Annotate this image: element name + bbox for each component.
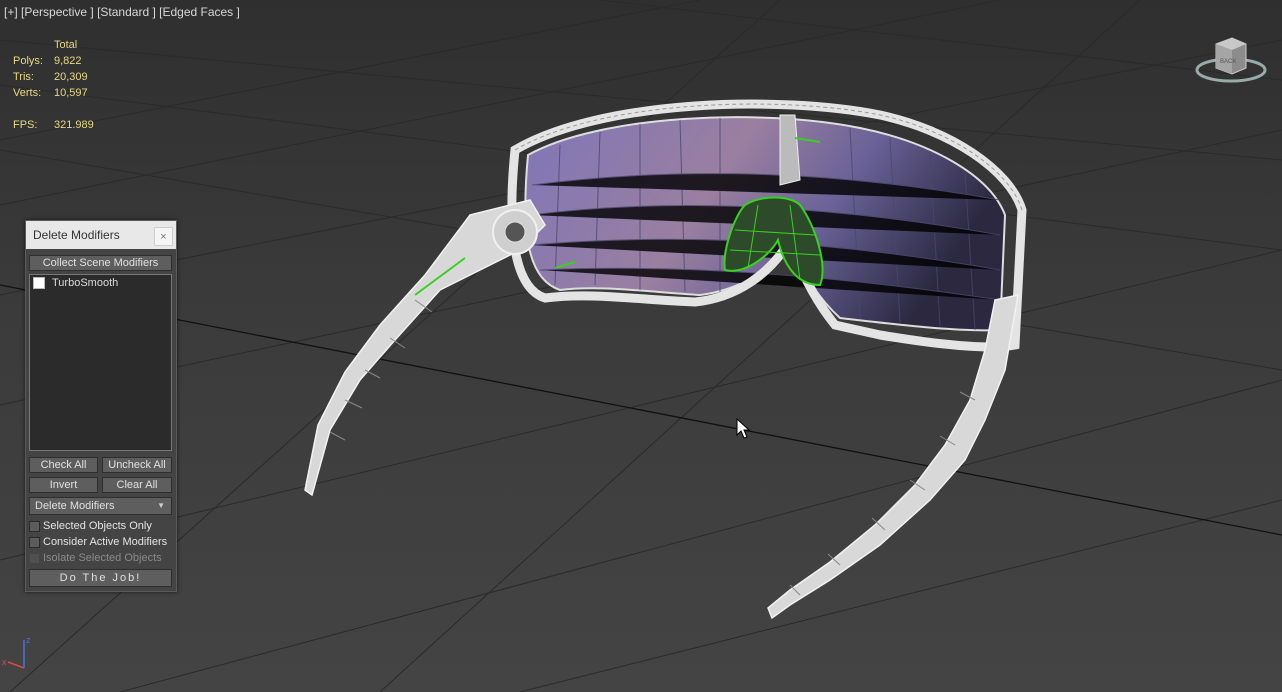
axis-tripod-icon: z x bbox=[2, 635, 31, 669]
mode-dropdown[interactable]: Delete Modifiers ▼ bbox=[29, 497, 172, 515]
stats-header: Total bbox=[54, 39, 78, 51]
viewport-perspective[interactable]: [+] [Perspective ] [Standard ] [Edged Fa… bbox=[0, 0, 1282, 692]
dialog-titlebar[interactable]: Delete Modifiers × bbox=[26, 221, 176, 249]
consider-active-modifiers-checkbox[interactable] bbox=[29, 536, 40, 548]
viewcube-face-label[interactable]: BACK bbox=[1220, 59, 1236, 65]
stats-value: 10,597 bbox=[54, 87, 88, 99]
sunglasses-model[interactable] bbox=[0, 0, 1282, 692]
isolate-selected-objects-checkbox bbox=[29, 552, 40, 564]
invert-button[interactable]: Invert bbox=[29, 477, 98, 493]
viewport-label[interactable]: [+] [Perspective ] [Standard ] [Edged Fa… bbox=[4, 5, 240, 19]
stats-value: 20,309 bbox=[54, 71, 88, 83]
fps-label: FPS: bbox=[13, 119, 38, 131]
list-item-label: TurboSmooth bbox=[52, 277, 119, 289]
scene-statistics: Total Polys: 9,822 Tris: 20,309 Verts: 10,5… bbox=[13, 37, 94, 133]
option-label: Consider Active Modifiers bbox=[43, 536, 168, 548]
fps-value: 321.989 bbox=[54, 119, 94, 131]
mouse-cursor-icon bbox=[736, 418, 750, 439]
list-item[interactable]: TurboSmooth bbox=[30, 276, 171, 290]
mode-dropdown-value: Delete Modifiers bbox=[35, 500, 115, 512]
delete-modifiers-dialog: Delete Modifiers × Collect Scene Modifie… bbox=[25, 220, 177, 592]
collect-scene-modifiers-button[interactable]: Collect Scene Modifiers bbox=[29, 255, 172, 271]
close-button[interactable]: × bbox=[154, 227, 173, 246]
check-all-button[interactable]: Check All bbox=[29, 457, 98, 473]
chevron-down-icon: ▼ bbox=[157, 501, 165, 510]
stats-label: Verts: bbox=[13, 87, 42, 99]
modifier-list[interactable]: TurboSmooth bbox=[29, 274, 172, 451]
option-label: Isolate Selected Objects bbox=[43, 552, 162, 564]
uncheck-all-button[interactable]: Uncheck All bbox=[102, 457, 172, 473]
axis-z-label: z bbox=[26, 635, 31, 645]
viewport-render-mode[interactable]: [Standard ] bbox=[97, 5, 156, 19]
selected-objects-only-checkbox[interactable] bbox=[29, 520, 40, 532]
consider-active-modifiers-option[interactable]: Consider Active Modifiers bbox=[29, 536, 167, 548]
viewcube[interactable]: BACK bbox=[1194, 32, 1268, 92]
dialog-title: Delete Modifiers bbox=[33, 228, 120, 242]
stats-label: Polys: bbox=[13, 55, 43, 67]
axis-x-label: x bbox=[2, 657, 7, 667]
list-item-checkbox[interactable] bbox=[33, 277, 45, 289]
selected-objects-only-option[interactable]: Selected Objects Only bbox=[29, 520, 152, 532]
do-the-job-button[interactable]: Do The Job! bbox=[29, 569, 172, 587]
isolate-selected-objects-option: Isolate Selected Objects bbox=[29, 552, 162, 564]
stats-label: Tris: bbox=[13, 71, 34, 83]
viewport-pov-label[interactable]: [Perspective ] bbox=[21, 5, 94, 19]
stats-value: 9,822 bbox=[54, 55, 82, 67]
option-label: Selected Objects Only bbox=[43, 520, 152, 532]
viewport-shading-label[interactable]: [Edged Faces ] bbox=[159, 5, 240, 19]
viewport-menu-plus[interactable]: [+] bbox=[4, 5, 18, 19]
clear-all-button[interactable]: Clear All bbox=[102, 477, 172, 493]
